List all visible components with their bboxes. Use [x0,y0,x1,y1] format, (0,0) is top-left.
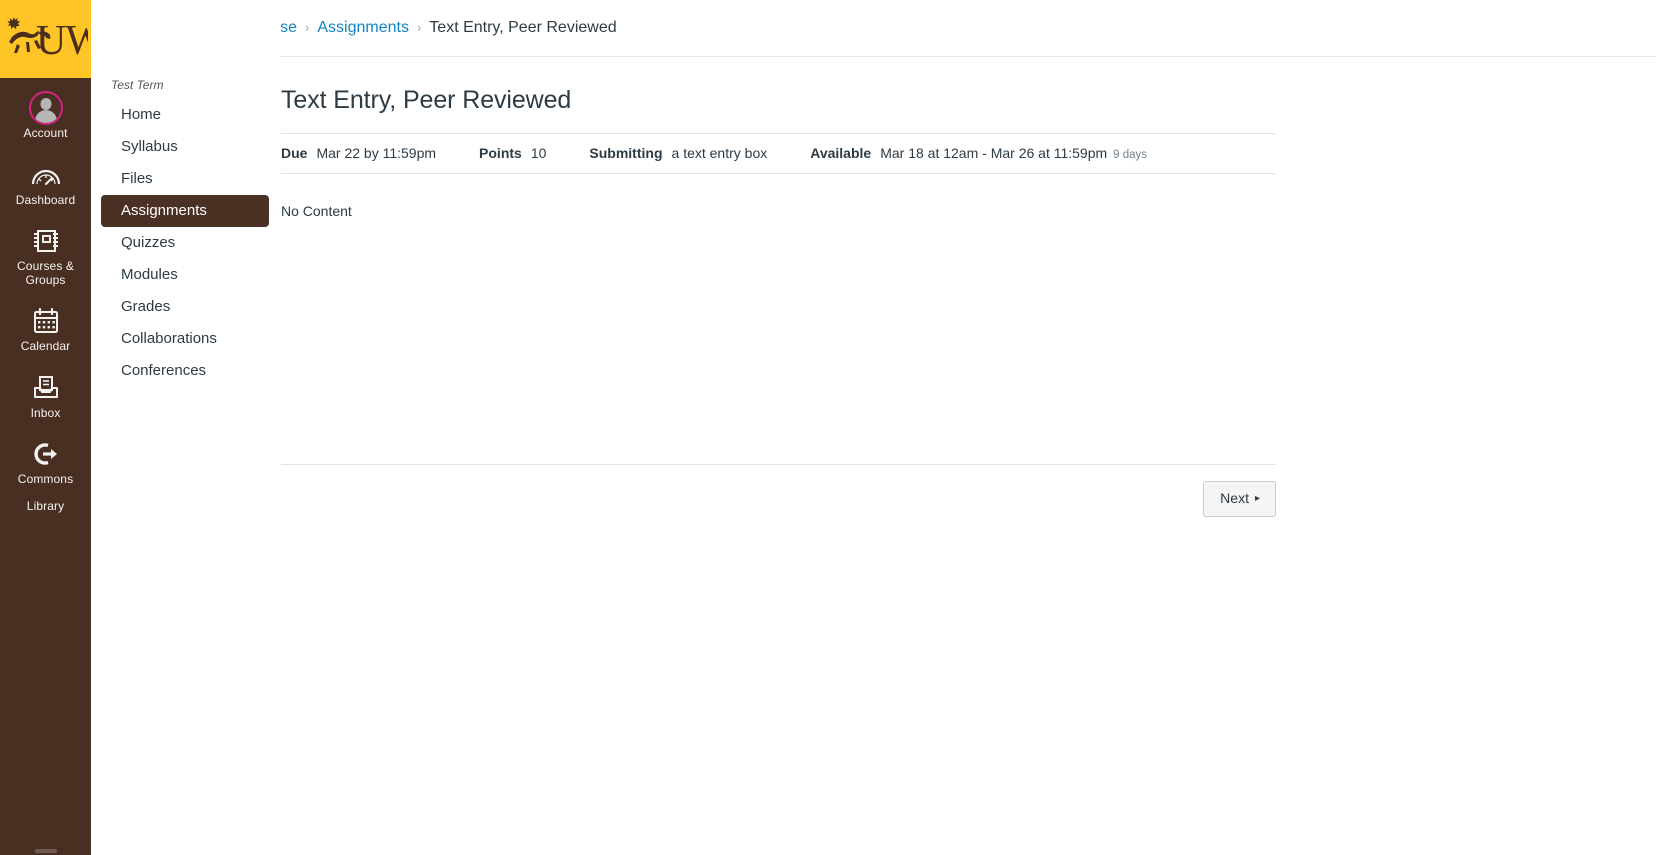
next-button[interactable]: Next ▸ [1203,481,1276,517]
breadcrumb-item-current: Text Entry, Peer Reviewed [429,19,617,36]
global-nav-item-account[interactable]: Account [0,78,91,145]
course-nav-item-files[interactable]: Files [101,163,269,195]
course-term-label: Test Term [111,78,164,92]
user-avatar-icon [26,91,66,125]
assignment-footer-actions: Next ▸ [281,465,1276,517]
assignment-content: Text Entry, Peer Reviewed Due Mar 22 by … [91,57,1656,517]
breadcrumb-separator-icon: › [416,20,422,35]
detail-due: Due Mar 22 by 11:59pm [281,145,436,161]
nav-collapse-handle[interactable] [34,849,57,853]
chevron-right-icon: ▸ [1254,493,1260,504]
global-nav-label: Inbox [30,405,61,420]
global-nav-label: Account [23,126,68,140]
course-nav-item-modules[interactable]: Modules [101,259,269,291]
global-nav-item-commons[interactable]: Commons [0,424,91,491]
global-nav-item-calendar[interactable]: Calendar [0,291,91,358]
detail-label: Due [281,145,308,161]
breadcrumb-bar: TEST Jim's Course › Assignments › Text E… [91,0,1656,57]
course-navigation: Test Term Home Syllabus Files Assignment… [91,0,281,387]
course-nav-item-conferences[interactable]: Conferences [101,355,269,387]
global-navigation: UW Account Dashboard Courses & Groups Ca… [0,0,91,855]
assignment-description: No Content [281,203,352,219]
inbox-tray-icon [26,371,66,405]
dashboard-gauge-icon [26,158,66,192]
detail-submitting: Submitting a text entry box [589,145,767,161]
detail-points: Points 10 [479,145,546,161]
assignment-detail-bar: Due Mar 22 by 11:59pm Points 10 Submitti… [281,133,1276,174]
calendar-icon [26,304,66,338]
global-nav-label: Courses & Groups [17,259,74,287]
svg-text:UW: UW [36,18,88,64]
global-nav-item-inbox[interactable]: Inbox [0,358,91,425]
global-nav-item-library[interactable]: Library [0,491,91,518]
page-title: Text Entry, Peer Reviewed [281,86,572,114]
global-nav-item-dashboard[interactable]: Dashboard [0,145,91,212]
global-nav-label: Calendar [20,339,71,353]
detail-value: Mar 18 at 12am - Mar 26 at 11:59pm [880,145,1108,161]
global-nav-label: Library [26,498,65,513]
course-nav-item-quizzes[interactable]: Quizzes [101,227,269,259]
breadcrumb-item-assignments[interactable]: Assignments [317,18,409,38]
commons-arrow-icon [26,437,66,471]
uw-brand-logo[interactable]: UW [0,0,91,78]
detail-label: Submitting [589,145,663,161]
course-nav-list: Home Syllabus Files Assignments Quizzes … [91,99,281,387]
detail-value: 10 [530,145,547,161]
course-nav-item-syllabus[interactable]: Syllabus [101,131,269,163]
detail-value: Mar 22 by 11:59pm [316,145,437,161]
global-nav-label: Commons [17,472,74,486]
detail-duration: 9 days [1113,149,1148,161]
detail-label: Points [479,145,522,161]
courses-book-icon [26,224,66,258]
course-nav-item-assignments[interactable]: Assignments [101,195,269,227]
course-nav-item-home[interactable]: Home [101,99,269,131]
detail-available: Available Mar 18 at 12am - Mar 26 at 11:… [810,145,1147,161]
detail-value: a text entry box [671,145,768,161]
course-nav-item-grades[interactable]: Grades [101,291,269,323]
breadcrumb-separator-icon: › [305,20,310,35]
next-button-label: Next [1220,490,1249,506]
global-nav-item-courses-groups[interactable]: Courses & Groups [0,211,91,291]
page-root: UW Account Dashboard Courses & Groups Ca… [0,0,1656,855]
global-nav-label: Dashboard [15,192,76,207]
main-area: TEST Jim's Course › Assignments › Text E… [91,0,1656,855]
course-nav-item-collaborations[interactable]: Collaborations [101,323,269,355]
detail-label: Available [810,145,872,161]
